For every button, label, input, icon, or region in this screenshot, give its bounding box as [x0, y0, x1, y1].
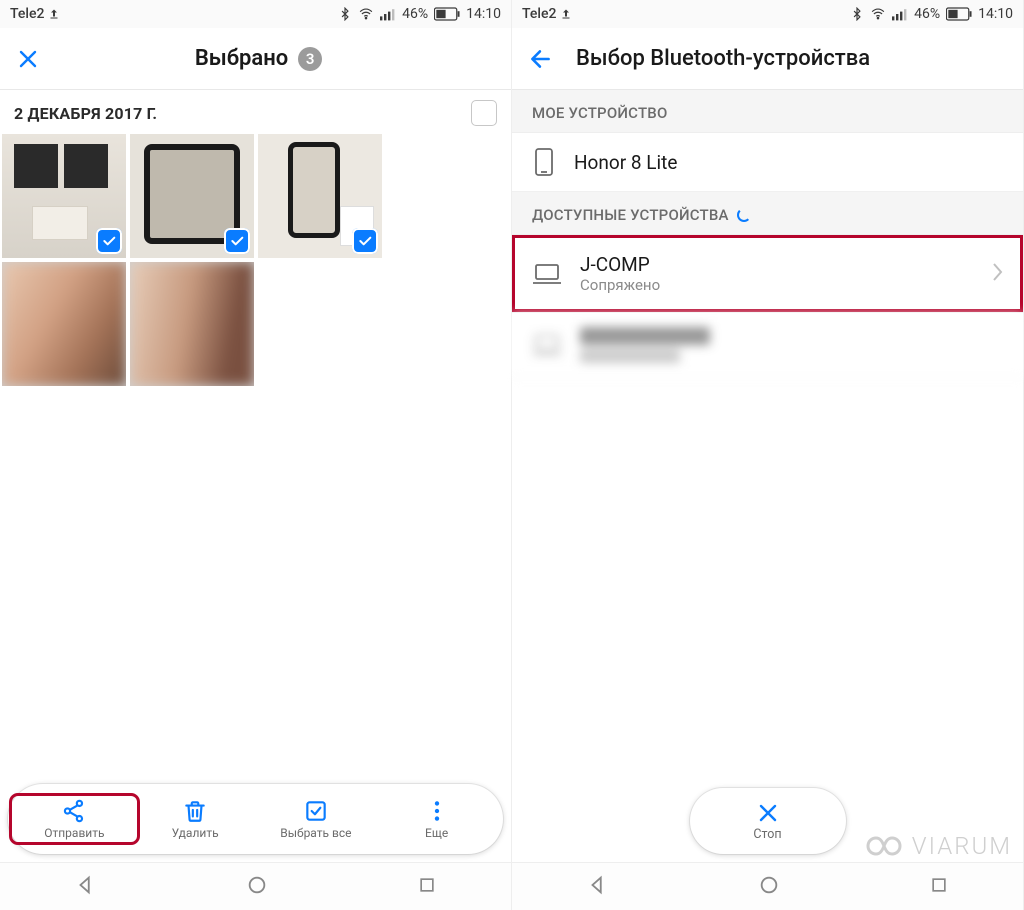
nav-back[interactable] — [587, 874, 609, 900]
share-icon — [61, 798, 87, 824]
select-all-icon — [303, 798, 329, 824]
clock: 14:10 — [978, 6, 1013, 22]
photo-grid — [0, 134, 511, 386]
carrier-label: Tele2 — [522, 6, 556, 22]
close-icon — [756, 801, 780, 825]
upload-icon — [560, 8, 572, 20]
stop-label: Стоп — [753, 827, 781, 842]
battery-icon — [946, 7, 972, 21]
more-icon — [424, 798, 450, 824]
action-toolbar: Отправить Удалить Выбрать все Еще — [8, 784, 503, 854]
battery-icon — [434, 7, 460, 21]
section-label: МОЕ УСТРОЙСТВО — [532, 104, 668, 122]
select-all-checkbox[interactable] — [471, 100, 497, 126]
date-label: 2 ДЕКАБРЯ 2017 Г. — [14, 104, 157, 123]
date-row: 2 ДЕКАБРЯ 2017 Г. — [0, 90, 511, 134]
upload-icon — [48, 8, 60, 20]
nav-recent[interactable] — [929, 875, 949, 899]
trash-icon — [182, 798, 208, 824]
nav-back[interactable] — [75, 874, 97, 900]
laptop-icon — [532, 334, 562, 356]
device-status — [580, 349, 680, 363]
more-label: Еще — [425, 826, 448, 840]
signal-icon — [380, 7, 396, 21]
available-device-row[interactable] — [512, 313, 1023, 378]
phone-left: Tele2 46% 14:10 Выбрано 3 2 ДЕКАБРЯ 2017… — [0, 0, 512, 910]
battery-pct: 46% — [914, 6, 940, 22]
wifi-icon — [870, 7, 886, 21]
check-icon — [224, 228, 250, 254]
nav-home[interactable] — [246, 874, 268, 900]
phone-device-icon — [532, 147, 556, 177]
photo-thumb[interactable] — [2, 262, 126, 386]
photo-thumb[interactable] — [2, 134, 126, 258]
select-all-button[interactable]: Выбрать все — [256, 798, 377, 840]
signal-icon — [892, 7, 908, 21]
send-button[interactable]: Отправить — [14, 798, 135, 840]
app-header-right: Выбор Bluetooth-устройства — [512, 28, 1023, 90]
app-header-left: Выбрано 3 — [0, 28, 511, 90]
section-label: ДОСТУПНЫЕ УСТРОЙСТВА — [532, 206, 729, 224]
scan-spinner-icon — [737, 208, 751, 222]
carrier-label: Tele2 — [10, 6, 44, 22]
selected-count-badge: 3 — [298, 47, 322, 71]
my-device-section: МОЕ УСТРОЙСТВО — [512, 90, 1023, 133]
more-button[interactable]: Еще — [376, 798, 497, 840]
check-icon — [96, 228, 122, 254]
battery-pct: 46% — [402, 6, 428, 22]
nav-bar — [512, 862, 1023, 910]
bluetooth-icon — [338, 7, 352, 21]
send-label: Отправить — [44, 826, 104, 840]
delete-label: Удалить — [172, 826, 219, 840]
nav-bar — [0, 862, 511, 910]
my-device-row[interactable]: Honor 8 Lite — [512, 133, 1023, 192]
photo-thumb[interactable] — [258, 134, 382, 258]
nav-recent[interactable] — [417, 875, 437, 899]
statusbar: Tele2 46% 14:10 — [512, 0, 1023, 28]
stop-button[interactable]: Стоп — [753, 801, 781, 842]
my-device-name: Honor 8 Lite — [574, 151, 677, 174]
wifi-icon — [358, 7, 374, 21]
device-name: J-COMP — [580, 253, 660, 276]
nav-home[interactable] — [758, 874, 780, 900]
available-devices-section: ДОСТУПНЫЕ УСТРОЙСТВА — [512, 192, 1023, 235]
back-arrow-icon[interactable] — [528, 46, 554, 72]
photo-thumb[interactable] — [130, 134, 254, 258]
stop-toolbar: Стоп — [690, 788, 846, 854]
clock: 14:10 — [466, 6, 501, 22]
photo-thumb[interactable] — [130, 262, 254, 386]
laptop-icon — [532, 263, 562, 285]
page-title: Выбрано — [195, 46, 288, 71]
statusbar: Tele2 46% 14:10 — [0, 0, 511, 28]
select-all-label: Выбрать все — [280, 826, 351, 840]
available-device-row[interactable]: J-COMP Сопряжено — [512, 235, 1023, 313]
delete-button[interactable]: Удалить — [135, 798, 256, 840]
check-icon — [352, 228, 378, 254]
bluetooth-icon — [850, 7, 864, 21]
page-title: Выбор Bluetooth-устройства — [576, 46, 870, 71]
device-status: Сопряжено — [580, 276, 660, 294]
device-name — [580, 327, 710, 345]
phone-right: Tele2 46% 14:10 Выбор Bluetooth-устройст… — [512, 0, 1024, 910]
chevron-right-icon — [991, 262, 1003, 286]
